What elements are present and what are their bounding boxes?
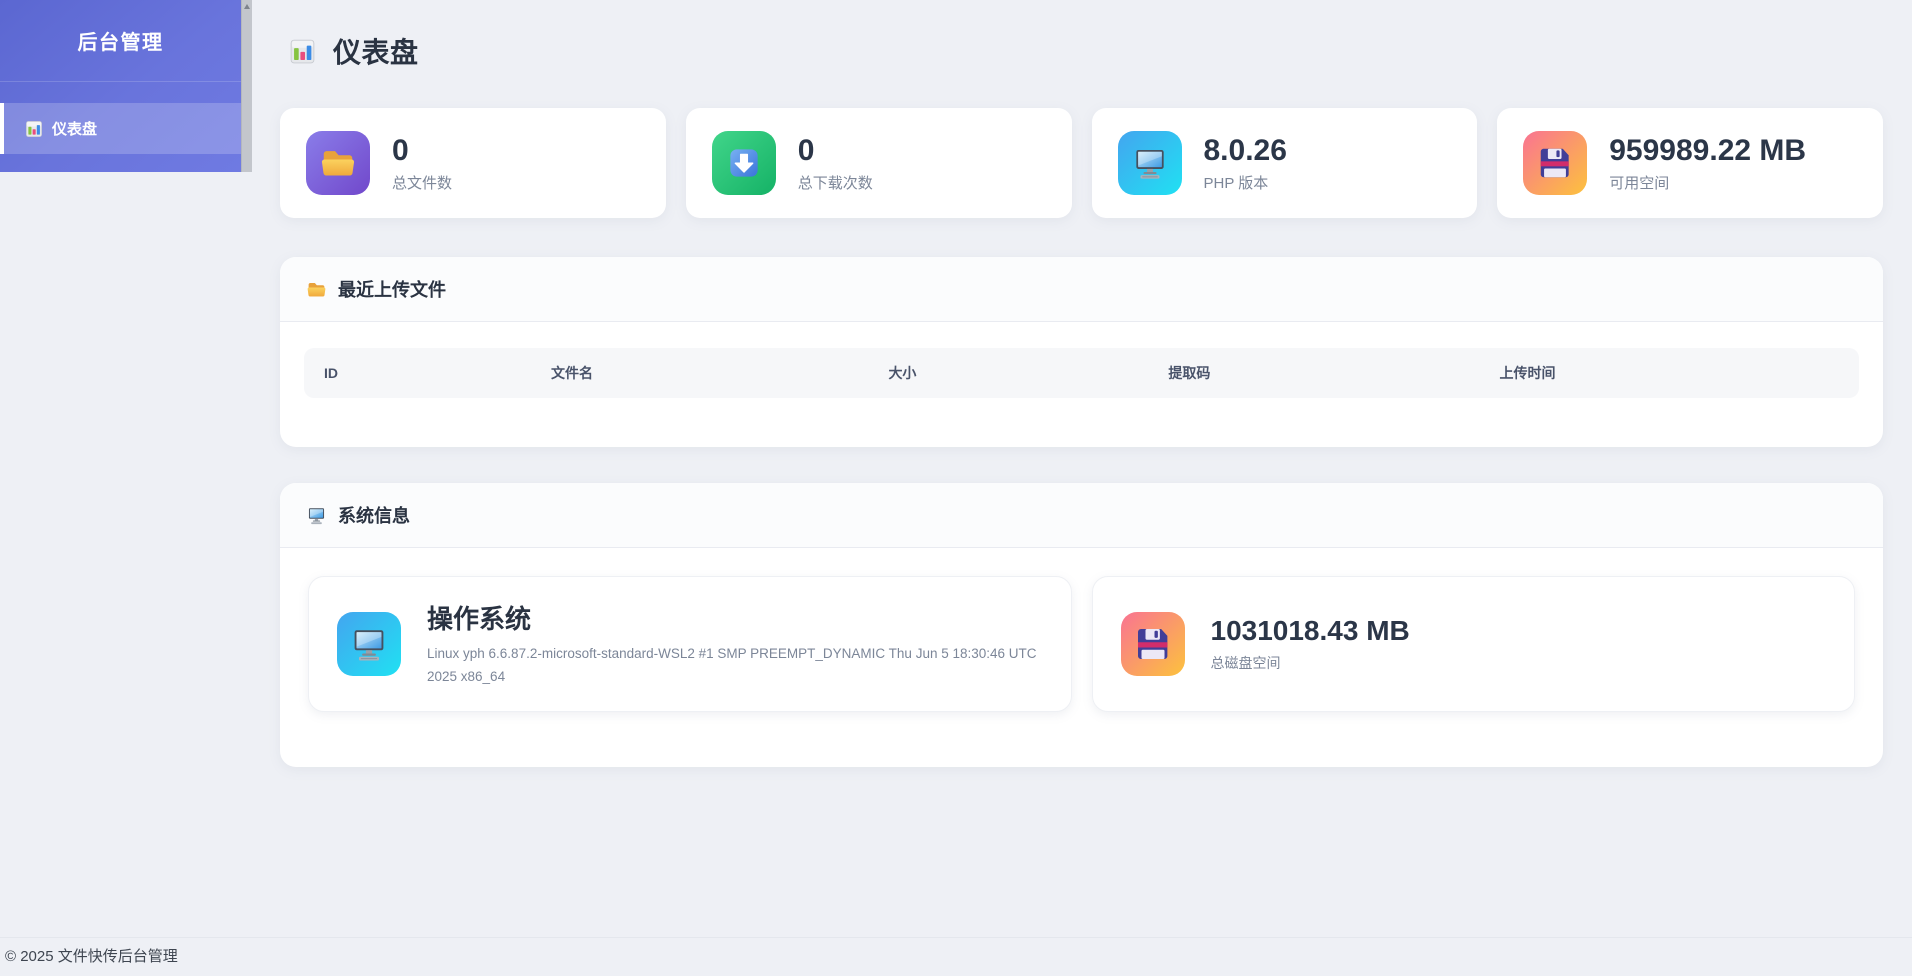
os-title: 操作系统: [427, 599, 1043, 636]
sidebar: 后台管理 仪表盘: [0, 0, 241, 172]
page-footer: © 2025 文件快传后台管理: [0, 937, 1912, 976]
system-info-card: 系统信息 操作系统 Linux yph 6.: [280, 483, 1883, 767]
table-header-row: ID 文件名 大小 提取码 上传时间: [304, 348, 1859, 398]
stat-label: 总下载次数: [798, 172, 873, 193]
sidebar-item-dashboard[interactable]: 仪表盘: [0, 103, 241, 154]
scroll-up-arrow-icon: [244, 4, 250, 9]
bar-chart-icon: [289, 38, 316, 65]
stat-value: 959989.22 MB: [1609, 134, 1806, 167]
stats-grid: 0 总文件数 0 总下载次数: [280, 108, 1883, 218]
os-description: Linux yph 6.6.87.2-microsoft-standard-WS…: [427, 643, 1043, 689]
stat-label: 总文件数: [392, 172, 452, 193]
stat-value: 0: [798, 134, 873, 167]
stat-label: 可用空间: [1609, 172, 1806, 193]
stat-value: 8.0.26: [1204, 134, 1287, 167]
column-header-id: ID: [304, 365, 531, 381]
main-content: 仪表盘 0 总文件数 0: [252, 0, 1912, 767]
disk-total-label: 总磁盘空间: [1211, 653, 1410, 673]
column-header-filename: 文件名: [531, 363, 868, 383]
sidebar-title: 后台管理: [0, 0, 241, 82]
column-header-pickup-code: 提取码: [1148, 363, 1479, 383]
bar-chart-icon: [25, 120, 43, 138]
disk-total-value: 1031018.43 MB: [1211, 615, 1410, 647]
column-header-upload-time: 上传时间: [1480, 363, 1859, 383]
page-title: 仪表盘: [333, 31, 419, 71]
download-icon: [712, 131, 776, 195]
floppy-disk-icon: [1523, 131, 1587, 195]
system-info-header: 系统信息: [280, 483, 1883, 548]
folder-icon: [306, 131, 370, 195]
sidebar-item-label: 仪表盘: [52, 118, 97, 139]
monitor-icon: [337, 612, 401, 676]
folder-icon: [306, 279, 327, 300]
stat-card-php-version: 8.0.26 PHP 版本: [1092, 108, 1478, 218]
os-info-card: 操作系统 Linux yph 6.6.87.2-microsoft-standa…: [308, 576, 1072, 712]
stat-card-total-downloads: 0 总下载次数: [686, 108, 1072, 218]
stat-label: PHP 版本: [1204, 172, 1287, 193]
floppy-disk-icon: [1121, 612, 1185, 676]
recent-files-table: ID 文件名 大小 提取码 上传时间: [280, 322, 1883, 447]
sidebar-scrollbar[interactable]: [241, 0, 252, 172]
recent-files-title: 最近上传文件: [338, 276, 446, 302]
monitor-icon: [306, 505, 327, 526]
page-title-row: 仪表盘: [289, 31, 1883, 71]
recent-files-card: 最近上传文件 ID 文件名 大小 提取码 上传时间: [280, 257, 1883, 447]
sidebar-menu: 仪表盘: [0, 82, 241, 154]
recent-files-header: 最近上传文件: [280, 257, 1883, 322]
stat-value: 0: [392, 134, 452, 167]
column-header-size: 大小: [868, 363, 1148, 383]
monitor-icon: [1118, 131, 1182, 195]
stat-card-free-space: 959989.22 MB 可用空间: [1497, 108, 1883, 218]
system-info-body: 操作系统 Linux yph 6.6.87.2-microsoft-standa…: [280, 548, 1883, 767]
stat-card-total-files: 0 总文件数: [280, 108, 666, 218]
disk-info-card: 1031018.43 MB 总磁盘空间: [1092, 576, 1856, 712]
system-info-title: 系统信息: [338, 502, 410, 528]
